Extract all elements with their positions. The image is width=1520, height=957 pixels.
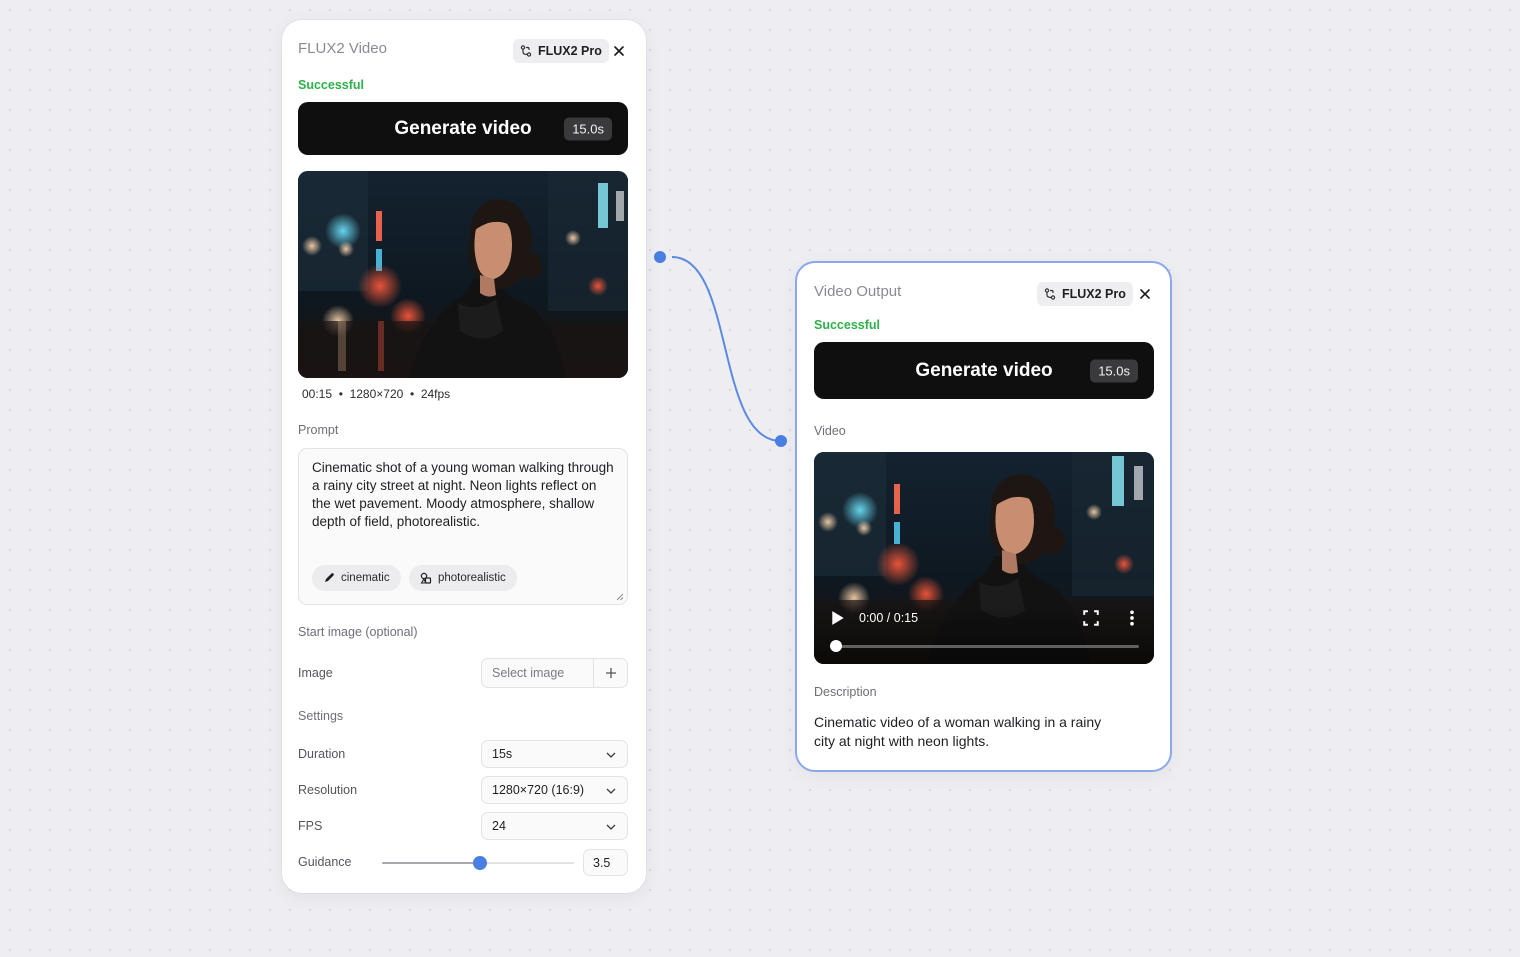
more-vertical-icon bbox=[1130, 610, 1134, 626]
node-title: FLUX2 Video bbox=[298, 40, 387, 57]
slider-knob[interactable] bbox=[472, 856, 487, 870]
model-icon bbox=[1044, 288, 1056, 300]
chevron-down-icon bbox=[606, 824, 616, 830]
resolution-label: Resolution bbox=[298, 783, 358, 797]
model-chip-label: FLUX2 Pro bbox=[538, 44, 602, 58]
duration-label: Duration bbox=[298, 747, 346, 761]
video-player[interactable]: 0:00 / 0:15 bbox=[814, 452, 1154, 664]
input-port[interactable] bbox=[775, 435, 787, 447]
guidance-value-input[interactable]: 3.5 bbox=[583, 849, 628, 876]
guidance-slider[interactable] bbox=[382, 853, 574, 873]
node-connector bbox=[643, 249, 782, 442]
progress-track bbox=[834, 645, 1139, 648]
tag-label: photorealistic bbox=[438, 572, 506, 584]
description-label: Description bbox=[814, 685, 877, 699]
more-options-button[interactable] bbox=[1124, 610, 1140, 626]
workflow-canvas[interactable]: FLUX2 Video FLUX2 Pro Successful Generat… bbox=[0, 0, 1520, 957]
generate-video-button[interactable]: Generate video 15.0s bbox=[814, 342, 1154, 399]
description-text: Cinematic video of a woman walking in a … bbox=[814, 714, 1102, 749]
tag-photorealistic[interactable]: photorealistic bbox=[409, 565, 517, 591]
resize-handle-icon[interactable] bbox=[614, 591, 624, 601]
chevron-down-icon bbox=[606, 752, 616, 758]
model-chip[interactable]: FLUX2 Pro bbox=[513, 39, 609, 63]
fps-value: 24 bbox=[492, 819, 506, 833]
close-icon[interactable] bbox=[1137, 286, 1153, 302]
close-icon[interactable] bbox=[611, 43, 627, 59]
start-image-label: Start image (optional) bbox=[298, 625, 418, 639]
slider-fill bbox=[382, 862, 480, 864]
video-meta: 00:15 • 1280×720 • 24fps bbox=[302, 387, 451, 401]
generate-video-button[interactable]: Generate video 15.0s bbox=[298, 102, 628, 155]
image-picker[interactable]: Select image bbox=[481, 658, 628, 688]
select-image-placeholder[interactable]: Select image bbox=[482, 666, 593, 680]
tag-cinematic[interactable]: cinematic bbox=[312, 565, 401, 591]
fullscreen-icon bbox=[1083, 610, 1099, 626]
player-time: 0:00 / 0:15 bbox=[859, 611, 919, 625]
node-title: Video Output bbox=[814, 283, 902, 300]
prompt-textarea[interactable]: Cinematic shot of a young woman walking … bbox=[298, 448, 628, 605]
generate-button-label: Generate video bbox=[915, 359, 1053, 381]
flux-video-node[interactable]: FLUX2 Video FLUX2 Pro Successful Generat… bbox=[282, 20, 646, 893]
add-image-button[interactable] bbox=[593, 659, 627, 687]
tag-label: cinematic bbox=[341, 572, 390, 584]
prompt-label: Prompt bbox=[298, 423, 339, 437]
model-chip-label: FLUX2 Pro bbox=[1062, 287, 1126, 301]
video-output-node[interactable]: Video Output FLUX2 Pro Successful Genera… bbox=[795, 261, 1172, 772]
duration-value: 15s bbox=[492, 747, 513, 761]
generate-time-badge: 15.0s bbox=[564, 117, 612, 140]
settings-label: Settings bbox=[298, 709, 344, 723]
progress-scrubber[interactable] bbox=[830, 640, 842, 652]
video-label: Video bbox=[814, 424, 846, 438]
generate-time-badge: 15.0s bbox=[1090, 359, 1138, 382]
duration-select[interactable]: 15s bbox=[481, 740, 628, 768]
resolution-value: 1280×720 (16:9) bbox=[492, 783, 585, 797]
output-port[interactable] bbox=[654, 251, 666, 263]
chevron-down-icon bbox=[606, 788, 616, 794]
model-chip[interactable]: FLUX2 Pro bbox=[1037, 282, 1133, 306]
shapes-icon bbox=[420, 572, 432, 584]
guidance-label: Guidance bbox=[298, 855, 352, 869]
prompt-text[interactable]: Cinematic shot of a young woman walking … bbox=[312, 459, 617, 531]
image-label: Image bbox=[298, 666, 333, 680]
video-frame-image bbox=[298, 171, 628, 378]
fps-label: FPS bbox=[298, 819, 323, 833]
fps-select[interactable]: 24 bbox=[481, 812, 628, 840]
pencil-icon bbox=[325, 573, 334, 582]
play-icon bbox=[832, 611, 844, 625]
resolution-select[interactable]: 1280×720 (16:9) bbox=[481, 776, 628, 804]
status-text: Successful bbox=[814, 318, 881, 332]
video-thumbnail bbox=[298, 171, 628, 378]
video-progress-bar[interactable] bbox=[830, 640, 1139, 652]
status-text: Successful bbox=[298, 78, 365, 92]
play-button[interactable] bbox=[830, 610, 846, 626]
fullscreen-button[interactable] bbox=[1083, 610, 1099, 626]
generate-button-label: Generate video bbox=[394, 117, 532, 139]
plus-icon bbox=[605, 668, 616, 678]
model-icon bbox=[520, 45, 532, 57]
